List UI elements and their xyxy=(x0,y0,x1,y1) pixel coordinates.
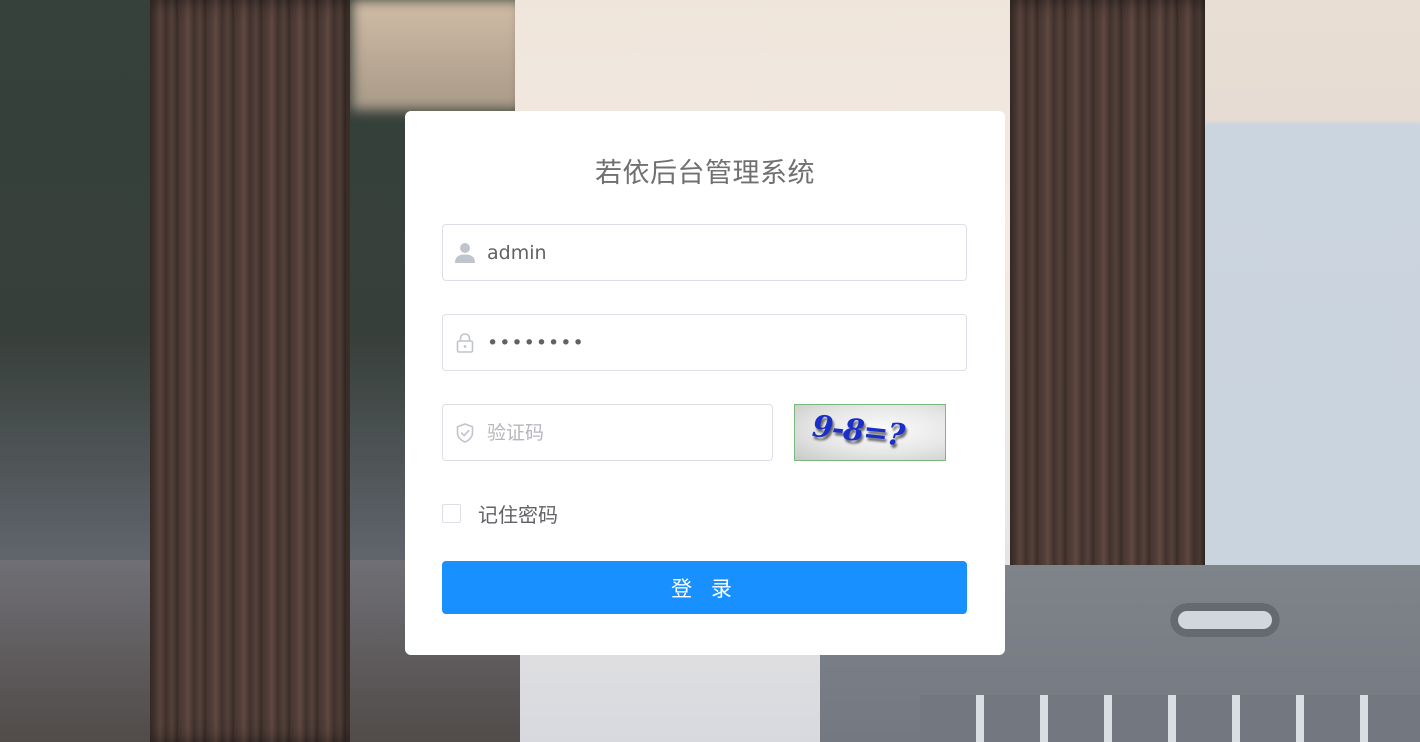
lock-icon xyxy=(443,314,487,371)
remember-label: 记住密码 xyxy=(478,503,558,527)
login-button[interactable]: 登 录 xyxy=(442,561,967,614)
password-field[interactable] xyxy=(442,314,967,371)
captcha-field[interactable] xyxy=(442,404,773,461)
user-icon xyxy=(443,224,487,281)
login-form: 若依后台管理系统 9-8=? xyxy=(405,111,1005,655)
captcha-image[interactable]: 9-8=? xyxy=(794,404,946,461)
remember-checkbox[interactable] xyxy=(442,504,461,523)
remember-password[interactable]: 记住密码 xyxy=(442,499,558,528)
username-field[interactable] xyxy=(442,224,967,281)
page-title: 若依后台管理系统 xyxy=(595,158,815,189)
captcha-text: 9-8=? xyxy=(810,409,906,454)
username-input[interactable] xyxy=(487,225,966,280)
password-input[interactable] xyxy=(487,315,966,370)
captcha-input[interactable] xyxy=(487,405,772,460)
shield-check-icon xyxy=(443,404,487,461)
